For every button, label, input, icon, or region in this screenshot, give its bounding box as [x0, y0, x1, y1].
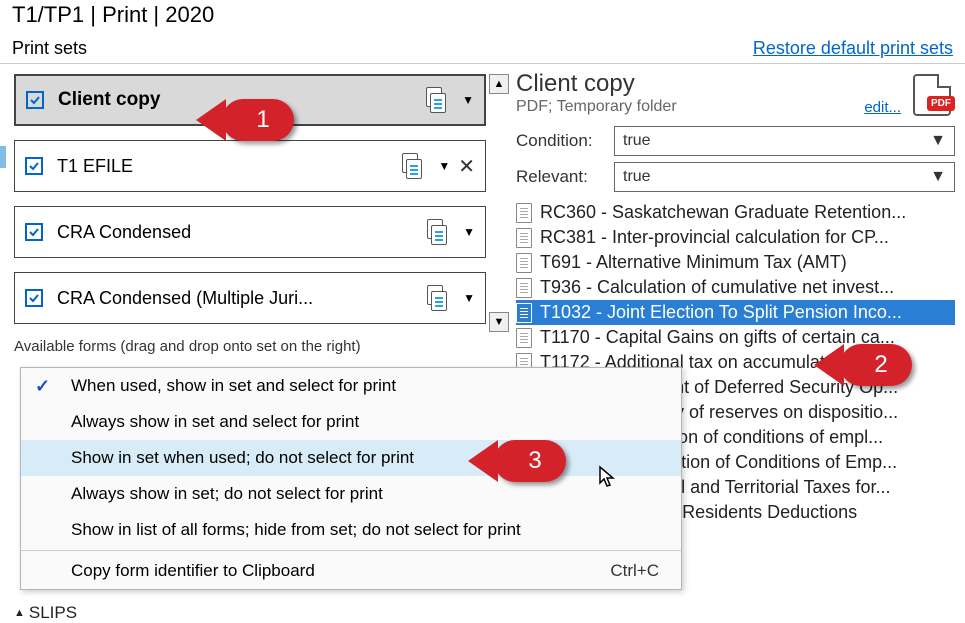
menu-separator: [21, 550, 681, 551]
file-icon: [516, 278, 532, 298]
menu-item-label: When used, show in set and select for pr…: [71, 376, 396, 396]
available-forms-label: Available forms (drag and drop onto set …: [14, 338, 486, 355]
print-set-t1-efile[interactable]: T1 EFILE ▼ ✕: [14, 140, 486, 192]
relevant-value: true: [623, 168, 651, 186]
menu-item[interactable]: Show in set when used; do not select for…: [21, 440, 681, 476]
chevron-down-icon[interactable]: ▼: [463, 225, 475, 239]
chevron-down-icon: ▼: [930, 132, 946, 150]
checkbox-icon[interactable]: [25, 157, 43, 175]
file-icon: [516, 303, 532, 323]
print-set-label: CRA Condensed (Multiple Juri...: [57, 288, 423, 309]
menu-item[interactable]: Show in list of all forms; hide from set…: [21, 512, 681, 548]
checkbox-icon[interactable]: [25, 223, 43, 241]
checkbox-icon[interactable]: [26, 91, 44, 109]
scroll-down-icon[interactable]: ▼: [489, 312, 509, 332]
condition-select[interactable]: true ▼: [614, 126, 955, 156]
page-title: T1/TP1 | Print | 2020: [0, 0, 965, 34]
chevron-down-icon[interactable]: ▼: [462, 93, 474, 107]
print-set-cra-condensed-multi[interactable]: CRA Condensed (Multiple Juri... ▼: [14, 272, 486, 324]
print-set-label: CRA Condensed: [57, 222, 423, 243]
menu-item-label: Show in set when used; do not select for…: [71, 448, 414, 468]
edit-link[interactable]: edit...: [864, 99, 901, 116]
slips-label: SLIPS: [29, 603, 77, 622]
document-icon[interactable]: [422, 90, 454, 110]
print-sets-label: Print sets: [12, 38, 87, 59]
form-item[interactable]: T691 - Alternative Minimum Tax (AMT): [516, 250, 955, 275]
restore-default-link[interactable]: Restore default print sets: [753, 38, 953, 59]
menu-item-label: Copy form identifier to Clipboard: [71, 561, 315, 581]
form-item[interactable]: RC360 - Saskatchewan Graduate Retention.…: [516, 200, 955, 225]
chevron-down-icon[interactable]: ▼: [438, 159, 450, 173]
relevant-label: Relevant:: [516, 167, 614, 187]
form-item[interactable]: T936 - Calculation of cumulative net inv…: [516, 275, 955, 300]
document-icon[interactable]: [423, 222, 455, 242]
print-set-label: T1 EFILE: [57, 156, 398, 177]
document-icon[interactable]: [398, 156, 430, 176]
subheader: Print sets Restore default print sets: [0, 34, 965, 64]
file-icon: [516, 328, 532, 348]
pdf-icon: PDF: [913, 74, 951, 116]
callout-badge-2: 2: [840, 344, 912, 386]
expand-triangle-icon[interactable]: ▲: [14, 607, 25, 619]
form-item[interactable]: T1032 - Joint Election To Split Pension …: [516, 300, 955, 325]
check-icon: ✓: [35, 376, 50, 397]
menu-item-label: Show in list of all forms; hide from set…: [71, 520, 521, 540]
menu-shortcut: Ctrl+C: [610, 561, 659, 581]
menu-item[interactable]: ✓ When used, show in set and select for …: [21, 368, 681, 404]
menu-item[interactable]: Always show in set; do not select for pr…: [21, 476, 681, 512]
scroll-up-icon[interactable]: ▲: [489, 74, 509, 94]
doc-subtitle: PDF; Temporary folder: [516, 98, 677, 116]
condition-value: true: [623, 132, 651, 150]
checkbox-icon[interactable]: [25, 289, 43, 307]
form-item[interactable]: RC381 - Inter-provincial calculation for…: [516, 225, 955, 250]
callout-badge-1: 1: [222, 99, 294, 141]
file-icon: [516, 203, 532, 223]
callout-badge-3: 3: [494, 440, 566, 482]
menu-item[interactable]: Always show in set and select for print: [21, 404, 681, 440]
chevron-down-icon: ▼: [930, 168, 946, 186]
file-icon: [516, 228, 532, 248]
print-set-cra-condensed[interactable]: CRA Condensed ▼: [14, 206, 486, 258]
cursor-icon: [598, 465, 618, 495]
relevant-select[interactable]: true ▼: [614, 162, 955, 192]
menu-item-copy[interactable]: Copy form identifier to Clipboard Ctrl+C: [21, 553, 681, 589]
doc-title: Client copy: [516, 70, 677, 98]
menu-item-label: Always show in set and select for print: [71, 412, 359, 432]
condition-label: Condition:: [516, 131, 614, 151]
menu-item-label: Always show in set; do not select for pr…: [71, 484, 383, 504]
pdf-tag: PDF: [927, 96, 955, 111]
close-icon[interactable]: ✕: [458, 154, 475, 179]
context-menu: ✓ When used, show in set and select for …: [20, 367, 682, 590]
slips-row[interactable]: ▲ SLIPS: [14, 603, 486, 623]
document-icon[interactable]: [423, 288, 455, 308]
file-icon: [516, 253, 532, 273]
chevron-down-icon[interactable]: ▼: [463, 291, 475, 305]
